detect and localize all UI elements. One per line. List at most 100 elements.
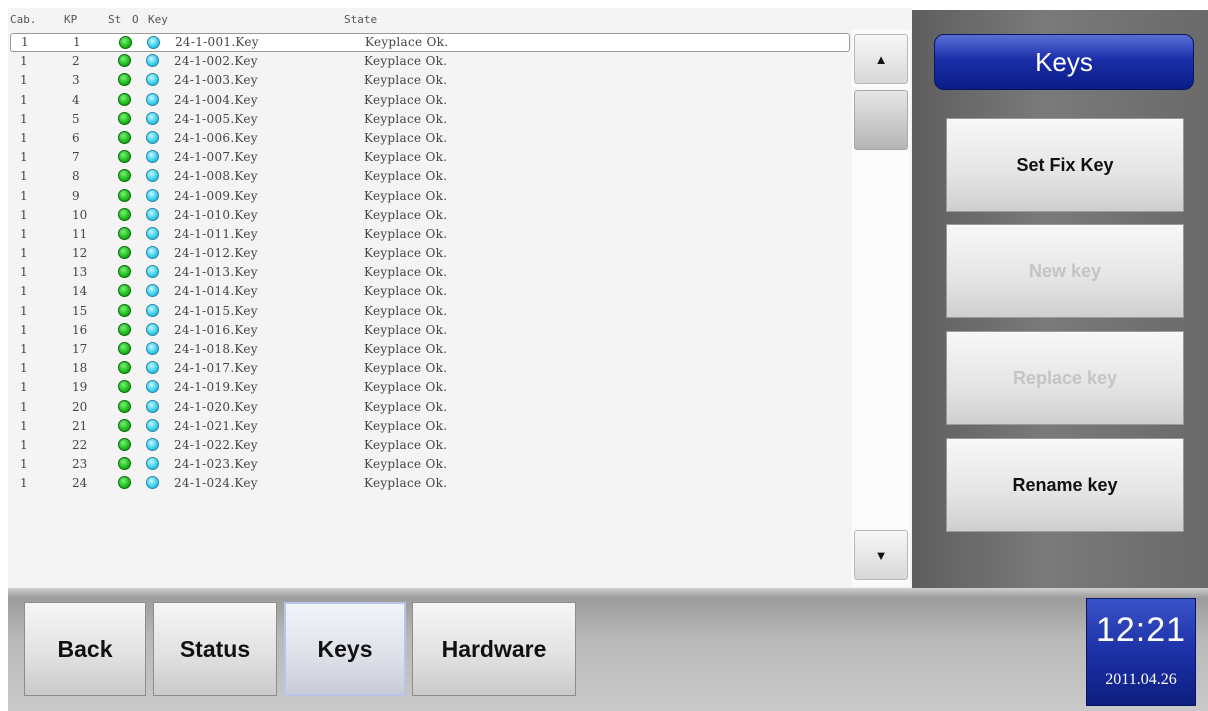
key-list-row[interactable]: 1 13 24-1-013.Key Keyplace Ok. bbox=[8, 263, 854, 282]
clock-date: 2011.04.26 bbox=[1105, 671, 1177, 688]
key-list-row[interactable]: 1 11 24-1-011.Key Keyplace Ok. bbox=[8, 225, 854, 244]
status-button[interactable]: Status bbox=[153, 602, 277, 696]
scroll-down-button[interactable]: ▼ bbox=[854, 530, 908, 580]
status-green-dot-icon bbox=[118, 92, 131, 106]
row-key-name: 24-1-013.Key bbox=[174, 265, 258, 280]
column-header-state[interactable]: State bbox=[344, 13, 377, 26]
key-list-panel: Cab. KP St O Key State 1 1 24-1-001.Key Key… bbox=[8, 8, 912, 588]
row-kp: 10 bbox=[72, 207, 88, 222]
row-kp: 7 bbox=[72, 150, 80, 165]
status-green-dot-icon bbox=[118, 342, 131, 355]
key-list-row[interactable]: 1 7 24-1-007.Key Keyplace Ok. bbox=[8, 148, 854, 167]
status-cyan-dot-icon bbox=[146, 399, 159, 413]
row-key-name: 24-1-009.Key bbox=[174, 188, 258, 203]
column-header-key[interactable]: Key bbox=[148, 13, 168, 26]
row-key-name: 24-1-008.Key bbox=[174, 169, 258, 184]
row-cab: 1 bbox=[20, 418, 28, 433]
key-list-row[interactable]: 1 5 24-1-005.Key Keyplace Ok. bbox=[8, 110, 854, 129]
row-state: Keyplace Ok. bbox=[364, 169, 448, 184]
key-list-row[interactable]: 1 20 24-1-020.Key Keyplace Ok. bbox=[8, 398, 854, 417]
row-key-name: 24-1-017.Key bbox=[174, 361, 258, 376]
row-key-name: 24-1-010.Key bbox=[174, 207, 258, 222]
back-button[interactable]: Back bbox=[24, 602, 146, 696]
status-green-dot-icon bbox=[118, 188, 131, 202]
key-list-row[interactable]: 1 9 24-1-009.Key Keyplace Ok. bbox=[8, 187, 854, 206]
row-state: Keyplace Ok. bbox=[364, 342, 448, 356]
row-cab: 1 bbox=[20, 284, 28, 299]
key-list-row[interactable]: 1 10 24-1-010.Key Keyplace Ok. bbox=[8, 206, 854, 225]
scroll-thumb[interactable] bbox=[854, 90, 908, 150]
row-state: Keyplace Ok. bbox=[364, 284, 448, 299]
key-list-row[interactable]: 1 12 24-1-012.Key Keyplace Ok. bbox=[8, 244, 854, 263]
key-list-row[interactable]: 1 22 24-1-022.Key Keyplace Ok. bbox=[8, 436, 854, 455]
key-list-row[interactable]: 1 15 24-1-015.Key Keyplace Ok. bbox=[8, 302, 854, 321]
replace-key-button[interactable]: Replace key bbox=[946, 331, 1184, 425]
row-state: Keyplace Ok. bbox=[364, 130, 448, 145]
key-list-row[interactable]: 1 14 24-1-014.Key Keyplace Ok. bbox=[8, 282, 854, 301]
row-cab: 1 bbox=[20, 73, 28, 88]
scroll-up-button[interactable]: ▲ bbox=[854, 34, 908, 84]
key-list-row[interactable]: 1 4 24-1-004.Key Keyplace Ok. bbox=[8, 91, 854, 110]
row-state: Keyplace Ok. bbox=[364, 226, 448, 241]
row-kp: 14 bbox=[72, 284, 88, 299]
status-cyan-dot-icon bbox=[146, 111, 159, 125]
row-kp: 23 bbox=[72, 457, 88, 472]
status-cyan-dot-icon bbox=[146, 457, 159, 471]
key-list-row[interactable]: 1 21 24-1-021.Key Keyplace Ok. bbox=[8, 417, 854, 436]
row-key-name: 24-1-001.Key bbox=[175, 35, 259, 49]
row-key-name: 24-1-004.Key bbox=[174, 92, 258, 107]
key-list-row[interactable]: 1 1 24-1-001.Key Keyplace Ok. bbox=[10, 33, 850, 53]
row-state: Keyplace Ok. bbox=[364, 73, 448, 88]
row-state: Keyplace Ok. bbox=[364, 457, 448, 472]
status-green-dot-icon bbox=[118, 73, 131, 87]
status-cyan-dot-icon bbox=[146, 284, 159, 298]
clock-time: 12:21 bbox=[1095, 611, 1187, 649]
row-kp: 18 bbox=[72, 361, 88, 376]
triangle-up-icon: ▲ bbox=[874, 51, 888, 67]
key-list: 1 1 24-1-001.Key Keyplace Ok. 1 2 24-1-002.Key… bbox=[8, 33, 854, 588]
bottom-nav-bar: Back Status Keys Hardware 12:21 2011.04.… bbox=[8, 588, 1208, 711]
row-kp: 12 bbox=[72, 246, 88, 261]
new-key-button[interactable]: New key bbox=[946, 224, 1184, 318]
rename-key-button[interactable]: Rename key bbox=[946, 438, 1184, 532]
key-list-row[interactable]: 1 6 24-1-006.Key Keyplace Ok. bbox=[8, 129, 854, 148]
status-green-dot-icon bbox=[118, 457, 131, 471]
row-state: Keyplace Ok. bbox=[364, 322, 448, 337]
status-cyan-dot-icon bbox=[146, 361, 159, 375]
row-key-name: 24-1-015.Key bbox=[174, 303, 258, 318]
key-list-row[interactable]: 1 18 24-1-017.Key Keyplace Ok. bbox=[8, 359, 854, 378]
row-key-name: 24-1-022.Key bbox=[174, 437, 258, 452]
column-header-kp[interactable]: KP bbox=[64, 13, 77, 26]
key-list-row[interactable]: 1 8 24-1-008.Key Keyplace Ok. bbox=[8, 167, 854, 186]
key-list-row[interactable]: 1 19 24-1-019.Key Keyplace Ok. bbox=[8, 378, 854, 397]
row-cab: 1 bbox=[20, 457, 28, 472]
row-cab: 1 bbox=[20, 150, 28, 165]
key-list-row[interactable]: 1 2 24-1-002.Key Keyplace Ok. bbox=[8, 52, 854, 71]
status-cyan-dot-icon bbox=[146, 476, 159, 490]
column-header-cab[interactable]: Cab. bbox=[10, 13, 37, 26]
row-cab: 1 bbox=[20, 54, 28, 69]
status-green-dot-icon bbox=[118, 226, 131, 240]
row-kp: 19 bbox=[72, 380, 88, 395]
list-scrollbar[interactable]: ▲ ▼ bbox=[852, 30, 910, 586]
key-list-row[interactable]: 1 3 24-1-003.Key Keyplace Ok. bbox=[8, 71, 854, 90]
status-cyan-dot-icon bbox=[146, 246, 159, 260]
status-cyan-dot-icon bbox=[146, 265, 159, 279]
column-header-o[interactable]: O bbox=[132, 13, 139, 26]
row-state: Keyplace Ok. bbox=[364, 92, 448, 107]
row-key-name: 24-1-023.Key bbox=[174, 457, 258, 472]
status-green-dot-icon bbox=[118, 150, 131, 164]
status-green-dot-icon bbox=[118, 54, 131, 68]
status-green-dot-icon bbox=[118, 418, 131, 432]
column-header-st[interactable]: St bbox=[108, 13, 121, 26]
set-fix-key-button[interactable]: Set Fix Key bbox=[946, 118, 1184, 212]
status-green-dot-icon bbox=[118, 265, 131, 279]
key-list-row[interactable]: 1 17 24-1-018.Key Keyplace Ok. bbox=[8, 340, 854, 359]
row-cab: 1 bbox=[20, 188, 28, 203]
key-list-row[interactable]: 1 16 24-1-016.Key Keyplace Ok. bbox=[8, 321, 854, 340]
hardware-button[interactable]: Hardware bbox=[412, 602, 576, 696]
keys-button[interactable]: Keys bbox=[284, 602, 406, 696]
row-cab: 1 bbox=[20, 130, 28, 145]
key-list-row[interactable]: 1 23 24-1-023.Key Keyplace Ok. bbox=[8, 455, 854, 474]
key-list-row[interactable]: 1 24 24-1-024.Key Keyplace Ok. bbox=[8, 474, 854, 493]
